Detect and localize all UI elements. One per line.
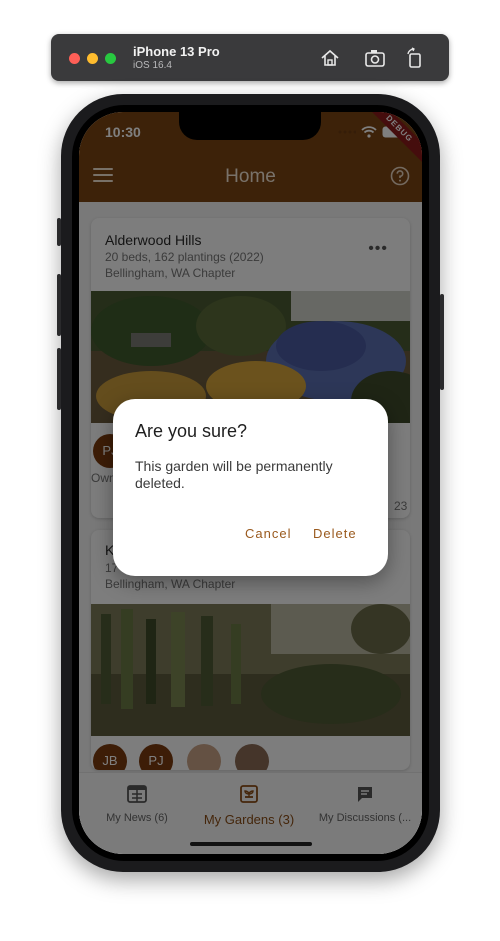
rotate-icon[interactable] [404,47,426,69]
close-window-button[interactable] [69,53,80,64]
minimize-window-button[interactable] [87,53,98,64]
confirm-delete-dialog: Are you sure? This garden will be perman… [113,399,388,576]
dialog-message: This garden will be permanently deleted. [135,458,333,491]
delete-button[interactable]: Delete [313,526,357,541]
home-icon[interactable] [319,47,341,69]
volume-down-button [57,348,61,410]
volume-up-button [57,274,61,336]
cancel-button[interactable]: Cancel [245,526,291,541]
simulator-toolbar: iPhone 13 Pro iOS 16.4 [51,34,449,81]
screenshot-icon[interactable] [364,47,386,69]
zoom-window-button[interactable] [105,53,116,64]
dialog-title: Are you sure? [135,421,248,441]
simulator-os-version: iOS 16.4 [133,60,172,71]
mute-switch [57,218,61,246]
power-button [440,294,444,390]
simulator-device-name: iPhone 13 Pro [133,44,220,59]
